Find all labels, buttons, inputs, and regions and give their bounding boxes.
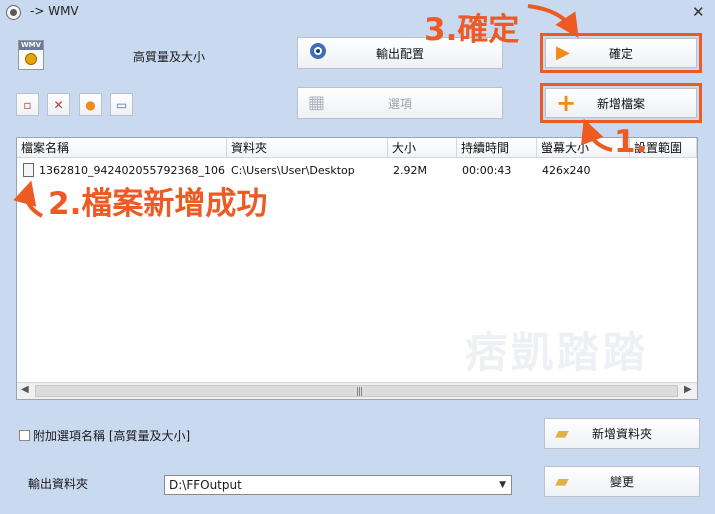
annotation-arrows	[13, 4, 613, 218]
arrow-to-file	[13, 180, 44, 218]
arrow-to-add-file	[580, 118, 613, 152]
arrow-to-ok	[527, 4, 579, 38]
